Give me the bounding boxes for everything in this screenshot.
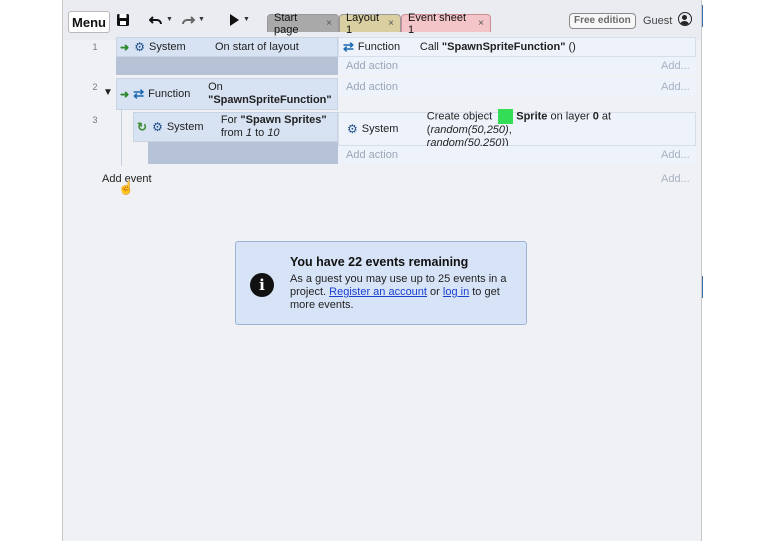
add-more-link[interactable]: Add... [661, 149, 690, 161]
gear-icon: ⚙ [347, 122, 358, 136]
subevent-guide-line [121, 110, 122, 166]
action-text-part: on layer [547, 109, 593, 122]
event-3-add-action[interactable]: Add action [338, 146, 696, 164]
condition-line: On [208, 81, 223, 93]
event-3-condition-spacer [148, 142, 338, 164]
undo-dropdown-caret[interactable]: ▼ [166, 16, 173, 23]
condition-object-label: Function [148, 88, 191, 100]
event-2-add-action[interactable]: Add action [338, 78, 696, 96]
event-number: 2 [92, 82, 98, 92]
event-3-condition[interactable]: ↻ ⚙ System For "Spawn Sprites" from 1 to… [133, 112, 338, 142]
play-icon[interactable] [228, 13, 240, 29]
tab-label: Start page [274, 11, 299, 36]
add-action-link[interactable]: Add action [346, 81, 398, 93]
condition-text: For "Spawn Sprites" from 1 to 10 [221, 114, 327, 140]
free-edition-badge[interactable]: Free edition [569, 13, 636, 29]
events-remaining-notice: i You have 22 events remaining As a gues… [235, 241, 527, 325]
gear-icon: ⚙ [134, 40, 145, 54]
collapse-arrow-icon[interactable]: ▼ [103, 87, 113, 98]
action-text: Create object Sprite on layer 0 at (rand… [426, 108, 695, 150]
toolbar: Menu ▼ ▼ ▼ Start page × Layout 1 × Event… [63, 0, 701, 40]
tab-start-page[interactable]: Start page × [267, 12, 339, 36]
redo-icon[interactable] [181, 13, 196, 29]
gear-icon: ⚙ [152, 120, 163, 134]
action-text-part: , [508, 123, 512, 136]
x-expression: random(50,250) [430, 123, 509, 136]
event-1-add-action[interactable]: Add action [338, 57, 696, 75]
event-sheet-editor: Menu ▼ ▼ ▼ Start page × Layout 1 × Event… [62, 0, 702, 541]
object-name: Sprite [516, 109, 548, 122]
notice-body: As a guest you may use up to 25 events i… [290, 273, 518, 312]
tab-layout-1[interactable]: Layout 1 × [339, 12, 401, 36]
condition-line: to [252, 127, 268, 139]
add-more-link[interactable]: Add... [661, 60, 690, 72]
event-number: 1 [92, 42, 98, 52]
action-prefix: Call [419, 41, 442, 53]
event-1-condition[interactable]: ➜ ⚙ System On start of layout [116, 37, 338, 57]
action-text: Call "SpawnSpriteFunction" () [420, 41, 576, 53]
condition-line: For [220, 114, 241, 126]
redo-dropdown-caret[interactable]: ▼ [198, 16, 205, 23]
register-account-link[interactable]: Register an account [329, 286, 427, 298]
window-right-edge [700, 0, 763, 541]
condition-object-label: System [166, 121, 204, 133]
tab-label: Layout 1 [346, 11, 380, 36]
trigger-arrow-icon: ➜ [120, 41, 130, 54]
play-dropdown-caret[interactable]: ▼ [243, 16, 250, 23]
tab-label: Event sheet 1 [408, 11, 467, 36]
trigger-arrow-icon: ➜ [120, 88, 130, 101]
close-icon[interactable]: × [478, 18, 484, 29]
log-in-link[interactable]: log in [443, 286, 469, 298]
save-icon[interactable] [116, 13, 130, 29]
condition-object-label: System [148, 41, 186, 53]
tab-event-sheet-1[interactable]: Event sheet 1 × [401, 12, 491, 36]
info-icon: i [250, 273, 274, 297]
loop-to: 10 [267, 127, 280, 139]
loop-name: "Spawn Sprites" [240, 114, 327, 126]
loop-icon: ↻ [137, 120, 148, 134]
notice-title: You have 22 events remaining [290, 255, 469, 269]
add-action-link[interactable]: Add action [346, 60, 398, 72]
undo-icon[interactable] [148, 13, 163, 29]
event-number: 3 [92, 115, 98, 125]
event-1-action[interactable]: ⇄ Function Call "SpawnSpriteFunction" () [338, 37, 696, 57]
add-more-link[interactable]: Add... [661, 173, 690, 185]
event-3-action[interactable]: ⚙ System Create object Sprite on layer 0… [338, 108, 696, 149]
user-icon[interactable] [678, 12, 692, 26]
action-suffix: () [565, 41, 576, 53]
event-1-condition-spacer [116, 57, 338, 75]
menu-button[interactable]: Menu [68, 11, 110, 33]
sprite-thumbnail [498, 108, 514, 124]
function-name: "SpawnSpriteFunction" [208, 94, 332, 106]
notice-text: or [426, 286, 443, 298]
condition-text: On start of layout [214, 41, 299, 53]
close-icon[interactable]: × [326, 18, 332, 29]
action-prefix: Create object [426, 109, 496, 122]
guest-label[interactable]: Guest [643, 15, 672, 27]
close-icon[interactable]: × [388, 18, 394, 29]
action-object-label: Function [357, 41, 401, 53]
hand-cursor-icon: ☝ [118, 180, 135, 195]
condition-text: On "SpawnSpriteFunction" [208, 81, 332, 107]
action-object-label: System [361, 123, 399, 135]
event-2-condition[interactable]: ➜ ⇄ Function On "SpawnSpriteFunction" [116, 78, 338, 110]
function-name: "SpawnSpriteFunction" [441, 41, 566, 53]
function-icon: ⇄ [343, 39, 354, 54]
add-action-link[interactable]: Add action [346, 149, 398, 161]
function-icon: ⇄ [133, 86, 145, 101]
add-more-link[interactable]: Add... [661, 81, 690, 93]
condition-line: from [220, 127, 246, 139]
